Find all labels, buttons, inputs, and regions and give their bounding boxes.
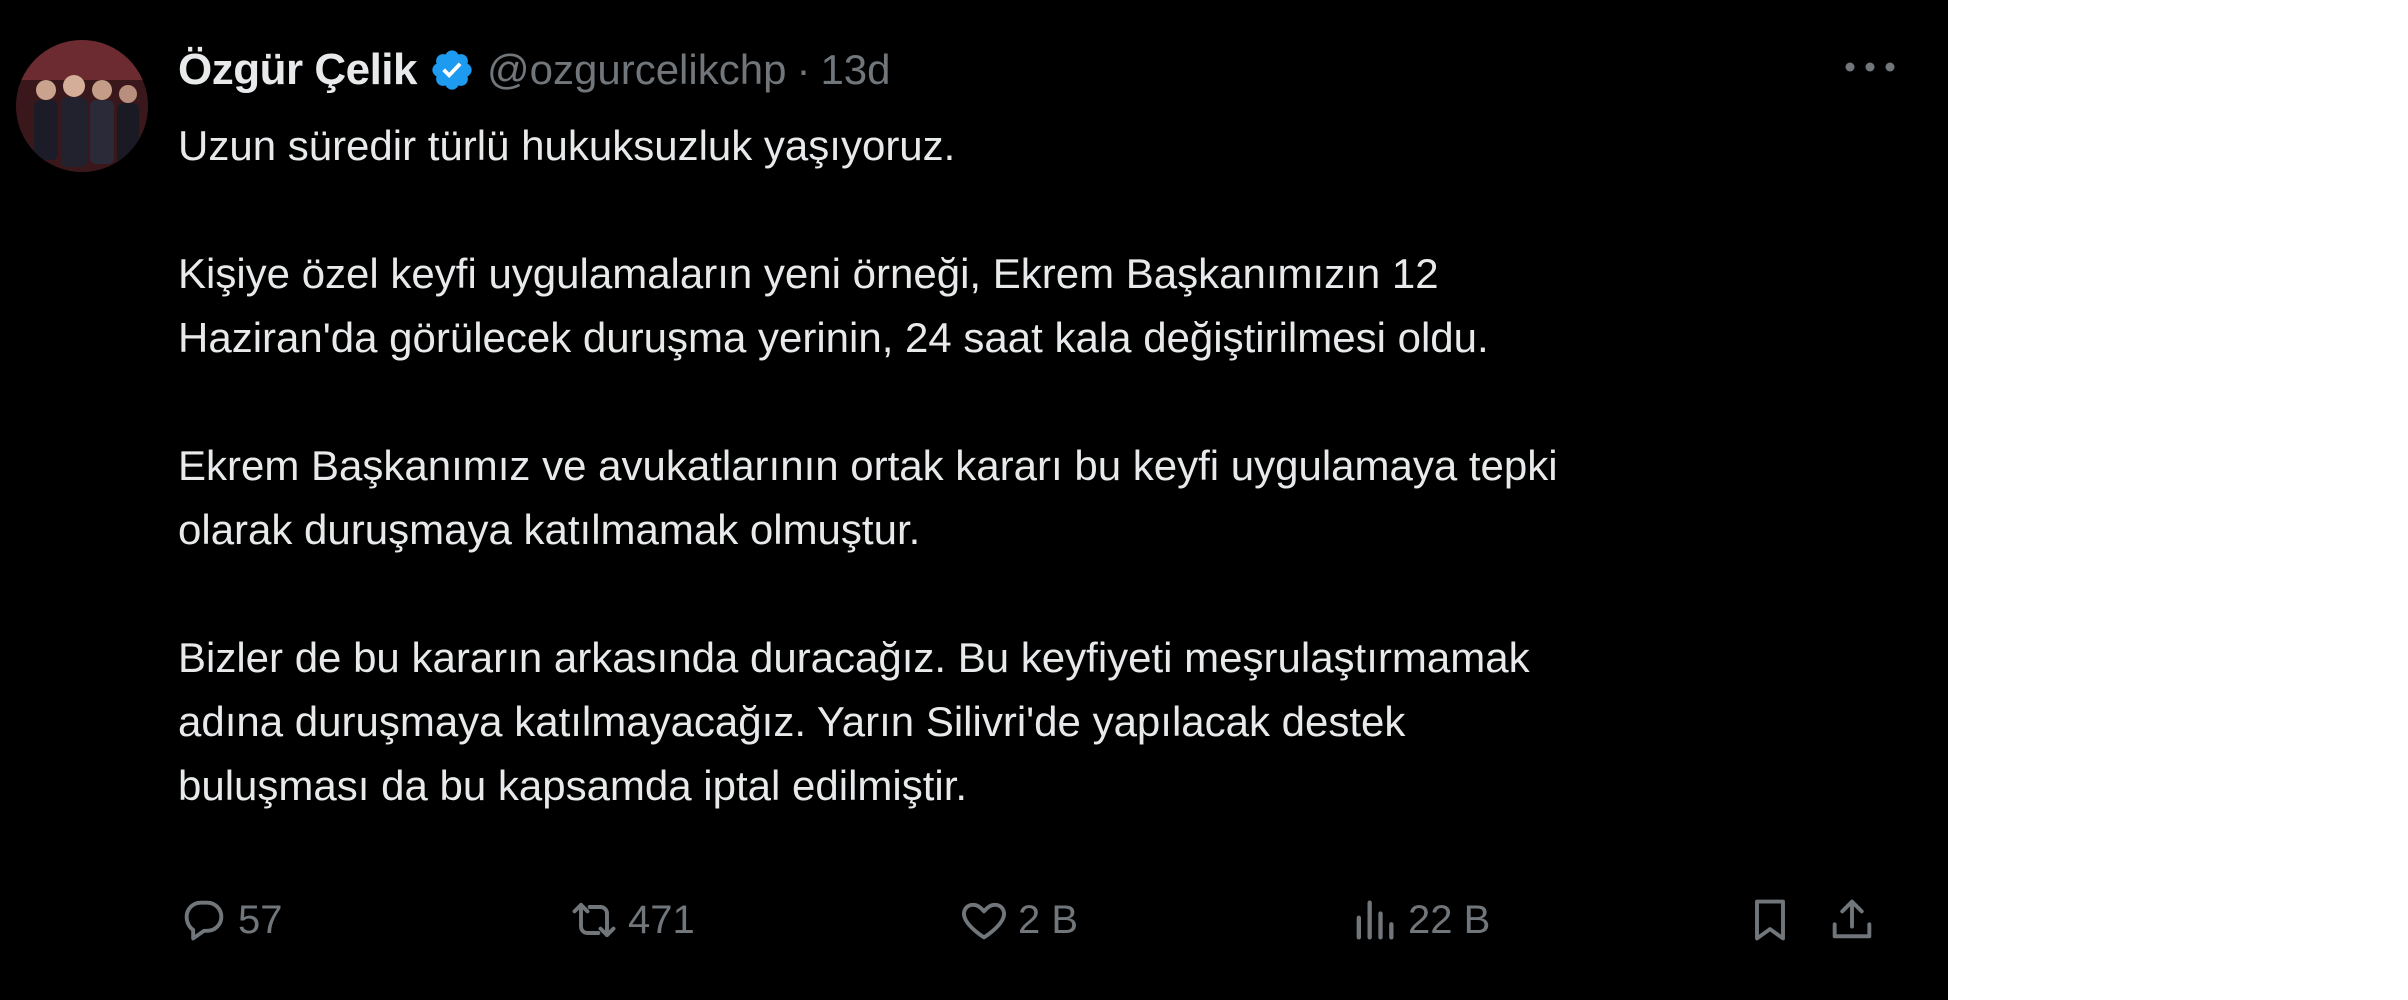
display-name[interactable]: Özgür Çelik <box>178 45 418 95</box>
retweet-button[interactable]: 471 <box>568 885 695 955</box>
tweet-paragraph: Uzun süredir türlü hukuksuzluk yaşıyoruz… <box>178 114 1878 178</box>
tweet-paragraph: Bizler de bu kararın arkasında duracağız… <box>178 626 1878 818</box>
share-icon <box>1832 899 1872 939</box>
views-button[interactable]: 22 B <box>1348 885 1490 955</box>
more-options-icon[interactable] <box>1840 52 1900 82</box>
user-handle[interactable]: @ozgurcelikchp <box>487 46 786 94</box>
tweet-card: Özgür Çelik @ozgurcelikchp · 13d Uzun sü… <box>0 0 1948 1000</box>
tweet-line: buluşması da bu kapsamda iptal edilmişti… <box>178 762 968 809</box>
reply-icon <box>184 900 224 941</box>
tweet-text: Uzun süredir türlü hukuksuzluk yaşıyoruz… <box>178 114 1878 818</box>
like-count: 2 B <box>1018 897 1079 942</box>
tweet-paragraph: Ekrem Başkanımız ve avukatlarının ortak … <box>178 434 1878 562</box>
tweet-line: Uzun süredir türlü hukuksuzluk yaşıyoruz… <box>178 122 956 169</box>
action-bar: 57 471 2 B 22 B <box>178 885 1898 955</box>
tweet-line: adına duruşmaya katılmayacağız. Yarın Si… <box>178 698 1406 745</box>
retweet-icon <box>572 902 616 938</box>
tweet-line: olarak duruşmaya katılmamak olmuştur. <box>178 506 921 553</box>
views-icon <box>1356 900 1394 940</box>
bookmark-icon <box>1755 899 1785 941</box>
heart-icon <box>962 902 1006 940</box>
reply-count: 57 <box>238 897 283 942</box>
bookmark-button[interactable] <box>1744 885 1796 955</box>
tweet-line: Haziran'da görülecek duruşma yerinin, 24… <box>178 314 1489 361</box>
tweet-timestamp[interactable]: 13d <box>820 46 890 94</box>
tweet-line: Bizler de bu kararın arkasında duracağız… <box>178 634 1530 681</box>
tweet-header: Özgür Çelik @ozgurcelikchp · 13d <box>178 40 891 100</box>
avatar[interactable] <box>16 40 148 172</box>
avatar-photo <box>16 40 148 172</box>
page-background <box>1948 0 2408 1000</box>
retweet-count: 471 <box>628 897 695 942</box>
tweet-line: Kişiye özel keyfi uygulamaların yeni örn… <box>178 250 1439 297</box>
like-button[interactable]: 2 B <box>958 885 1078 955</box>
tweet-paragraph: Kişiye özel keyfi uygulamaların yeni örn… <box>178 242 1878 370</box>
share-button[interactable] <box>1826 885 1878 955</box>
tweet-line: Ekrem Başkanımız ve avukatlarının ortak … <box>178 442 1558 489</box>
reply-button[interactable]: 57 <box>178 885 283 955</box>
views-count: 22 B <box>1408 897 1491 942</box>
verified-badge-icon <box>429 47 475 93</box>
separator-dot: · <box>796 46 811 93</box>
